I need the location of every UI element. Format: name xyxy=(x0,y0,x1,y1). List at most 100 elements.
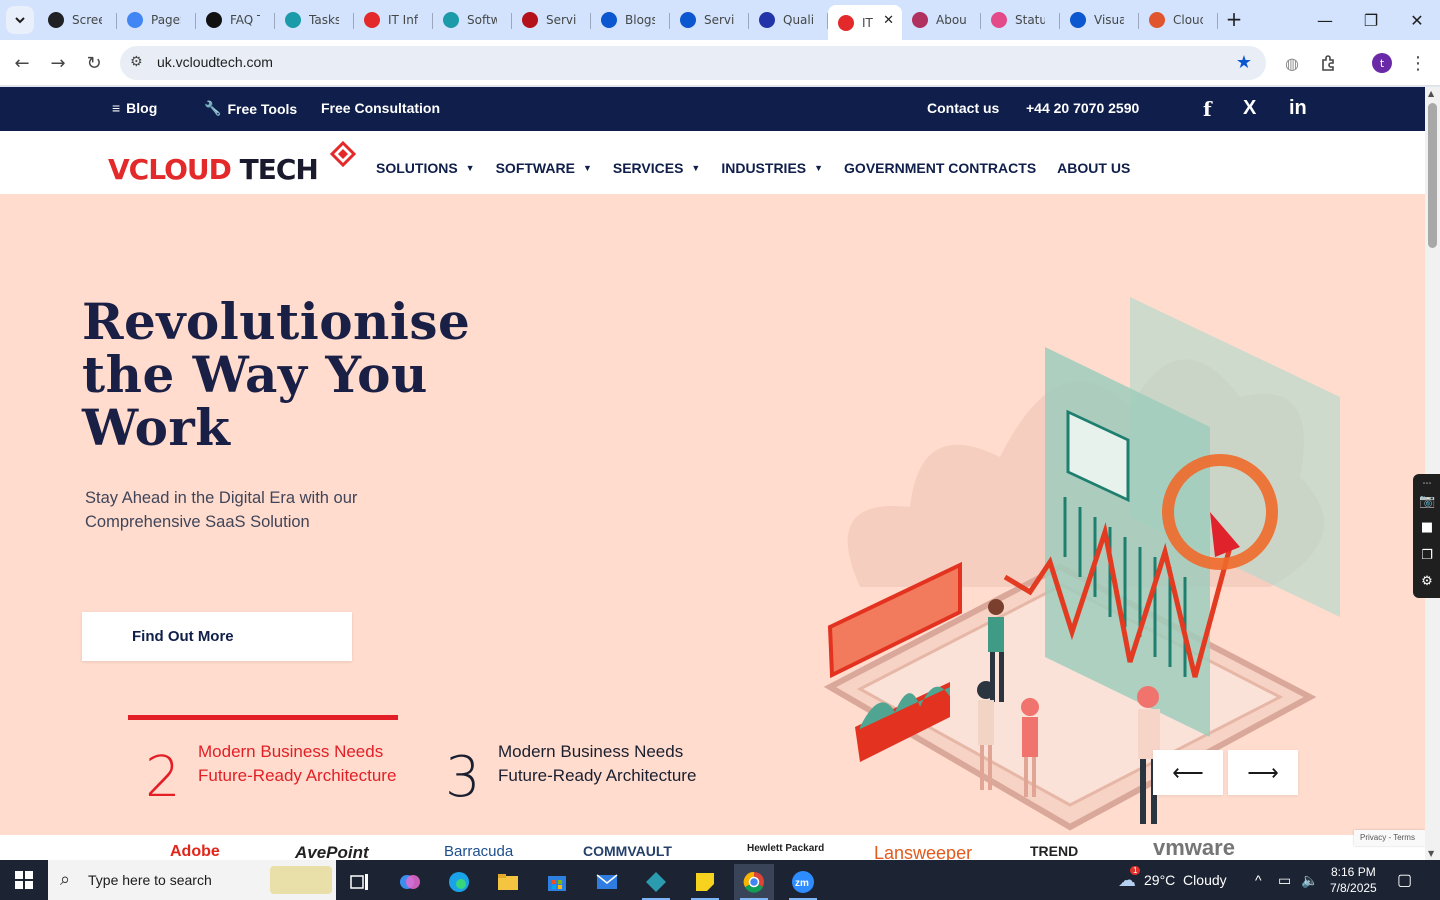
browser-tab[interactable]: Qualit xyxy=(749,5,828,35)
mail-icon[interactable] xyxy=(587,864,627,900)
volume-icon[interactable]: 🔈 xyxy=(1301,860,1318,900)
slider-prev-button[interactable]: ⟵ xyxy=(1153,750,1223,795)
address-bar[interactable]: ⚙ uk.vcloudtech.com ★ xyxy=(120,46,1266,80)
scrollbar-thumb[interactable] xyxy=(1428,103,1437,248)
close-window-button[interactable]: ✕ xyxy=(1394,0,1440,40)
hero-title: Revolutionise the Way You Work xyxy=(82,292,471,457)
browser-tab[interactable]: Status xyxy=(981,5,1060,35)
browser-tab[interactable]: Cloud xyxy=(1139,5,1218,35)
notifications-icon[interactable]: ▢ xyxy=(1397,860,1412,900)
chrome-icon[interactable] xyxy=(734,864,774,900)
video-camera-icon[interactable]: ■ xyxy=(1419,520,1435,536)
browser-tab[interactable]: Tasks xyxy=(275,5,354,35)
nav-item-solutions[interactable]: SOLUTIONS ▼ xyxy=(376,160,475,176)
forward-button[interactable]: → xyxy=(44,49,72,77)
clock[interactable]: 8:16 PM 7/8/2025 xyxy=(1330,860,1377,900)
browser-tab[interactable]: Blogs xyxy=(591,5,670,35)
search-highlight-image xyxy=(270,866,332,894)
new-tab-button[interactable]: + xyxy=(1222,8,1246,32)
window-capture-icon[interactable]: ❐ xyxy=(1419,548,1435,564)
browser-tab-title: Cloud xyxy=(1173,13,1203,27)
x-twitter-icon[interactable]: X xyxy=(1243,97,1256,120)
browser-tab-title: Status xyxy=(1015,13,1045,27)
brand-avepoint: AvePoint xyxy=(295,843,369,860)
nav-item-services[interactable]: SERVICES ▼ xyxy=(613,160,700,176)
nav-item-software[interactable]: SOFTWARE ▼ xyxy=(496,160,592,176)
browser-tab[interactable]: Servic xyxy=(512,5,591,35)
back-button[interactable]: ← xyxy=(8,49,36,77)
free-consultation-link[interactable]: Free Consultation xyxy=(321,100,440,116)
browser-tab[interactable]: IT Infr xyxy=(354,5,433,35)
clock-time: 8:16 PM xyxy=(1331,865,1376,879)
widget-more-icon[interactable]: ⋯ xyxy=(1419,476,1435,492)
tab-list: Screen PageS FAQ T Tasks IT Infr Softw Servic B… xyxy=(38,5,1218,40)
extensions-icon[interactable] xyxy=(1315,49,1343,77)
scroll-down-arrow-icon[interactable]: ▼ xyxy=(1428,849,1434,858)
taskbar-search-box[interactable]: ⌕ Type here to search xyxy=(48,860,336,900)
browser-tab[interactable]: IT ✕ xyxy=(828,5,902,40)
browser-tab-title: Screen xyxy=(72,13,102,27)
bookmark-star-icon[interactable]: ★ xyxy=(1236,52,1252,73)
file-explorer-icon[interactable] xyxy=(488,864,528,900)
recaptcha-badge[interactable]: Privacy - Terms xyxy=(1354,830,1425,846)
contact-us-link[interactable]: Contact us xyxy=(927,100,999,116)
taskbar-app-diamond-icon[interactable] xyxy=(636,864,676,900)
software-icon xyxy=(443,12,459,28)
scroll-up-arrow-icon[interactable]: ▲ xyxy=(1428,89,1434,98)
microsoft-store-icon[interactable] xyxy=(537,864,577,900)
browser-tab-title: Qualit xyxy=(783,13,813,27)
nav-item-industries[interactable]: INDUSTRIES ▼ xyxy=(721,160,823,176)
linkedin-icon[interactable]: in xyxy=(1289,97,1307,120)
close-tab-icon[interactable]: ✕ xyxy=(883,13,894,28)
nav-item-label: SERVICES xyxy=(612,160,684,176)
browser-tab[interactable]: Screen xyxy=(38,5,117,35)
slider-next-button[interactable]: ⟶ xyxy=(1228,750,1298,795)
restore-button[interactable]: ❐ xyxy=(1348,0,1394,40)
translate-icon[interactable]: ◍ xyxy=(1278,49,1306,77)
pulse-icon xyxy=(1070,12,1086,28)
blog-link[interactable]: ≡ Blog xyxy=(112,100,157,116)
nav-item-about-us[interactable]: ABOUT US xyxy=(1057,160,1130,176)
browser-tab[interactable]: Softw xyxy=(433,5,512,35)
browser-tab[interactable]: FAQ T xyxy=(196,5,275,35)
free-tools-label: Free Tools xyxy=(227,100,298,117)
settings-gear-icon[interactable]: ⚙ xyxy=(1419,574,1435,590)
copilot-icon[interactable] xyxy=(390,864,430,900)
browser-tab[interactable]: Servic xyxy=(670,5,749,35)
search-placeholder: Type here to search xyxy=(88,872,212,888)
weather-widget[interactable]: ☁ 1 29°C Cloudy xyxy=(1118,860,1227,900)
top-bar: ≡ Blog 🔧 Free Tools Free Consultation Co… xyxy=(0,87,1425,131)
sticky-notes-icon[interactable] xyxy=(685,864,725,900)
edge-browser-icon[interactable] xyxy=(439,864,479,900)
web-page: ≡ Blog 🔧 Free Tools Free Consultation Co… xyxy=(0,87,1425,860)
free-tools-link[interactable]: 🔧 Free Tools xyxy=(204,100,297,117)
facebook-icon[interactable]: f xyxy=(1203,97,1212,121)
site-info-icon[interactable]: ⚙ xyxy=(130,54,143,70)
zoom-icon[interactable]: zm xyxy=(783,864,823,900)
nav-item-government-contracts[interactable]: GOVERNMENT CONTRACTS xyxy=(844,160,1036,176)
v-icon xyxy=(522,12,538,28)
vcloud-tech-logo[interactable]: VCLOUD TECH xyxy=(108,141,358,187)
menu-kebab-icon[interactable]: ⋮ xyxy=(1404,49,1432,77)
browser-tab[interactable]: Visual xyxy=(1060,5,1139,35)
profile-avatar[interactable]: t xyxy=(1372,53,1392,73)
brand-vmware: vmware xyxy=(1153,835,1235,860)
hero-subtitle: Stay Ahead in the Digital Era with our C… xyxy=(85,489,358,531)
browser-tab[interactable]: About xyxy=(902,5,981,35)
start-button[interactable] xyxy=(0,860,48,900)
tab-search-button[interactable] xyxy=(6,6,34,34)
reload-button[interactable]: ↻ xyxy=(80,49,108,77)
find-out-more-button[interactable]: Find Out More xyxy=(82,612,352,661)
minimize-button[interactable]: — xyxy=(1302,0,1348,40)
status-icon xyxy=(991,12,1007,28)
tray-chevron-up-icon[interactable]: ^ xyxy=(1255,860,1262,900)
network-icon[interactable]: ▭ xyxy=(1278,860,1291,900)
camera-icon[interactable]: 📷 xyxy=(1419,494,1435,510)
pagespeed-icon xyxy=(127,12,143,28)
task-view-icon[interactable] xyxy=(340,864,380,900)
wrench-icon: 🔧 xyxy=(204,100,222,116)
clock-date: 7/8/2025 xyxy=(1330,881,1377,895)
browser-tab[interactable]: PageS xyxy=(117,5,196,35)
caret-down-icon: ▼ xyxy=(582,163,592,173)
phone-link[interactable]: +44 20 7070 2590 xyxy=(1026,100,1139,116)
